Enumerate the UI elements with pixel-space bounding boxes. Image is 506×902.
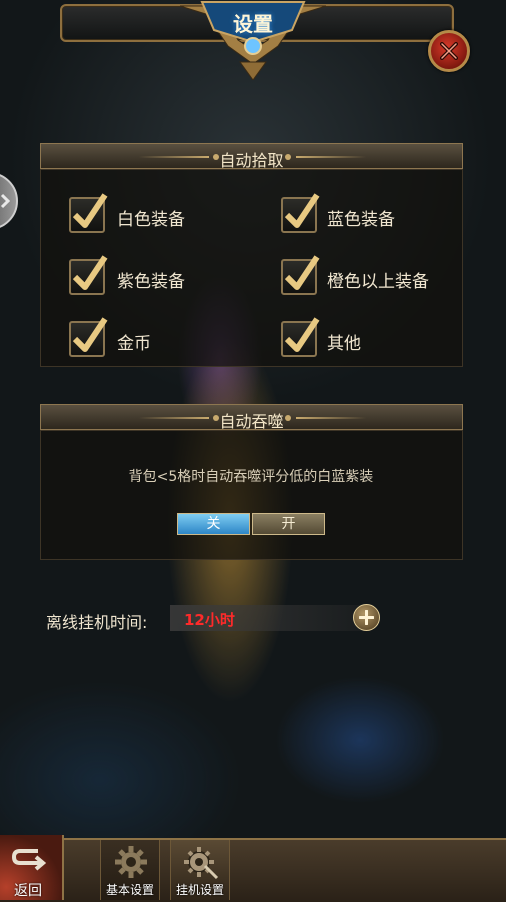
bottom-bar: [0, 838, 506, 902]
tab-basic-settings[interactable]: 基本设置: [100, 840, 160, 900]
toggle-on-button[interactable]: 开: [252, 513, 325, 535]
back-label: 返回: [14, 883, 42, 899]
close-icon: [440, 42, 458, 60]
auto-devour-header: 自动吞噬: [40, 404, 463, 431]
checkmark-icon: [284, 193, 320, 228]
checkmark-icon: [72, 193, 108, 228]
plus-icon: [359, 610, 374, 625]
add-offline-time-button[interactable]: [353, 604, 380, 631]
offline-time-label: 离线挂机时间:: [46, 613, 148, 632]
blue-equipment-label: 蓝色装备: [327, 210, 395, 230]
auto-pickup-title: 自动拾取: [219, 151, 284, 170]
toggle-off-button[interactable]: 关: [177, 513, 250, 535]
auto-devour-title: 自动吞噬: [219, 412, 284, 431]
gold-label: 金币: [117, 334, 151, 354]
checkbox-blue-equipment[interactable]: [281, 193, 320, 233]
return-arrow-icon: [12, 849, 46, 871]
gear-icon: [115, 846, 147, 878]
checkbox-orange-equipment[interactable]: [281, 255, 320, 295]
checkbox-other[interactable]: [281, 317, 320, 357]
orange-equipment-label: 橙色以上装备: [327, 272, 429, 292]
page-title: 设置: [233, 12, 273, 36]
close-button[interactable]: [428, 30, 470, 72]
checkmark-icon: [72, 317, 108, 352]
checkbox-purple-equipment[interactable]: [69, 255, 108, 295]
tab-idle-settings-label: 挂机设置: [175, 883, 224, 897]
purple-equipment-label: 紫色装备: [117, 272, 185, 292]
auto-devour-description: 背包<5格时自动吞噬评分低的白蓝紫装: [128, 469, 374, 485]
tab-basic-settings-label: 基本设置: [105, 883, 154, 897]
white-equipment-label: 白色装备: [117, 210, 185, 230]
checkbox-white-equipment[interactable]: [69, 193, 108, 233]
chevron-right-icon: [0, 193, 10, 209]
gear-tools-icon: [184, 847, 219, 880]
other-label: 其他: [327, 334, 361, 354]
checkmark-icon: [284, 255, 320, 290]
offline-time-value: 12小时: [184, 611, 235, 629]
checkmark-icon: [284, 317, 320, 352]
tab-idle-settings[interactable]: 挂机设置: [170, 840, 230, 900]
checkmark-icon: [72, 255, 108, 290]
auto-pickup-header: 自动拾取: [40, 143, 463, 170]
auto-devour-panel: [40, 430, 463, 560]
side-expand-tab[interactable]: [0, 172, 18, 230]
checkbox-gold[interactable]: [69, 317, 108, 357]
